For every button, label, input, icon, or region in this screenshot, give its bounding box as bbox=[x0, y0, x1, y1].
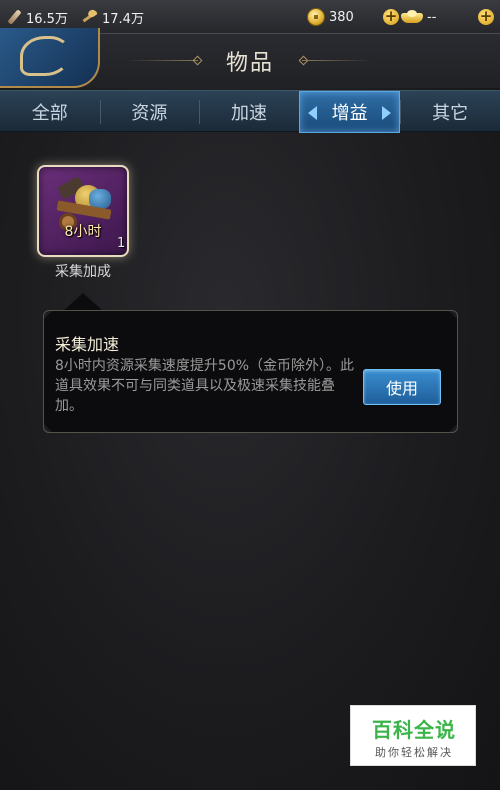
arrow-left-icon bbox=[307, 106, 317, 120]
detail-title: 采集加速 bbox=[55, 335, 120, 354]
watermark-logo: 百科全说 助你轻松解决 bbox=[350, 705, 476, 766]
tab-label: 加速 bbox=[230, 103, 267, 124]
tab-label: 全部 bbox=[31, 103, 68, 124]
coin-resource: 380 bbox=[307, 0, 354, 34]
panel-pointer bbox=[63, 293, 103, 311]
topbar-extra: + bbox=[478, 0, 494, 34]
tab-speedup[interactable]: 加速 bbox=[199, 91, 299, 133]
add-plus-icon[interactable]: + bbox=[478, 9, 494, 25]
item-duration-label: 8小时 bbox=[64, 224, 102, 240]
item-name: 采集加成 bbox=[55, 264, 111, 280]
coin-amount: 380 bbox=[329, 9, 354, 25]
ingot-amount: -- bbox=[427, 9, 437, 25]
title-divider-right bbox=[302, 60, 372, 61]
item-slot[interactable]: 8小时 bbox=[37, 165, 129, 257]
ingot-resource: + -- bbox=[383, 0, 436, 34]
dragon-emblem-icon[interactable] bbox=[0, 28, 100, 88]
watermark-sub: 助你轻松解决 bbox=[375, 746, 453, 759]
wheat-icon bbox=[80, 9, 98, 25]
use-button[interactable]: 使用 bbox=[363, 369, 441, 405]
tab-all[interactable]: 全部 bbox=[0, 91, 100, 133]
arrow-right-icon bbox=[382, 106, 392, 120]
tab-label: 资源 bbox=[131, 103, 168, 124]
coin-icon bbox=[307, 8, 325, 26]
title-wrap: 物品 bbox=[150, 34, 350, 88]
food-amount: 17.4万 bbox=[102, 11, 144, 27]
watermark-main: 百科全说 bbox=[372, 718, 456, 742]
wood-icon bbox=[6, 9, 22, 25]
tab-resources[interactable]: 资源 bbox=[99, 91, 200, 133]
tab-other[interactable]: 其它 bbox=[400, 91, 500, 133]
item-count: 1 bbox=[117, 236, 126, 251]
page-title: 物品 bbox=[225, 51, 274, 76]
tab-label: 增益 bbox=[331, 103, 368, 124]
add-ingot-plus-icon[interactable]: + bbox=[383, 9, 399, 25]
tab-boost[interactable]: 增益 bbox=[298, 91, 401, 133]
ingot-icon bbox=[401, 10, 423, 24]
wood-amount: 16.5万 bbox=[26, 11, 68, 27]
detail-description: 8小时内资源采集速度提升50%（金币除外）。此道具效果不可与同类道具以及极速采集… bbox=[55, 358, 355, 414]
tab-label: 其它 bbox=[432, 103, 469, 124]
category-tabs: 全部 资源 加速 增益 其它 bbox=[0, 90, 500, 133]
